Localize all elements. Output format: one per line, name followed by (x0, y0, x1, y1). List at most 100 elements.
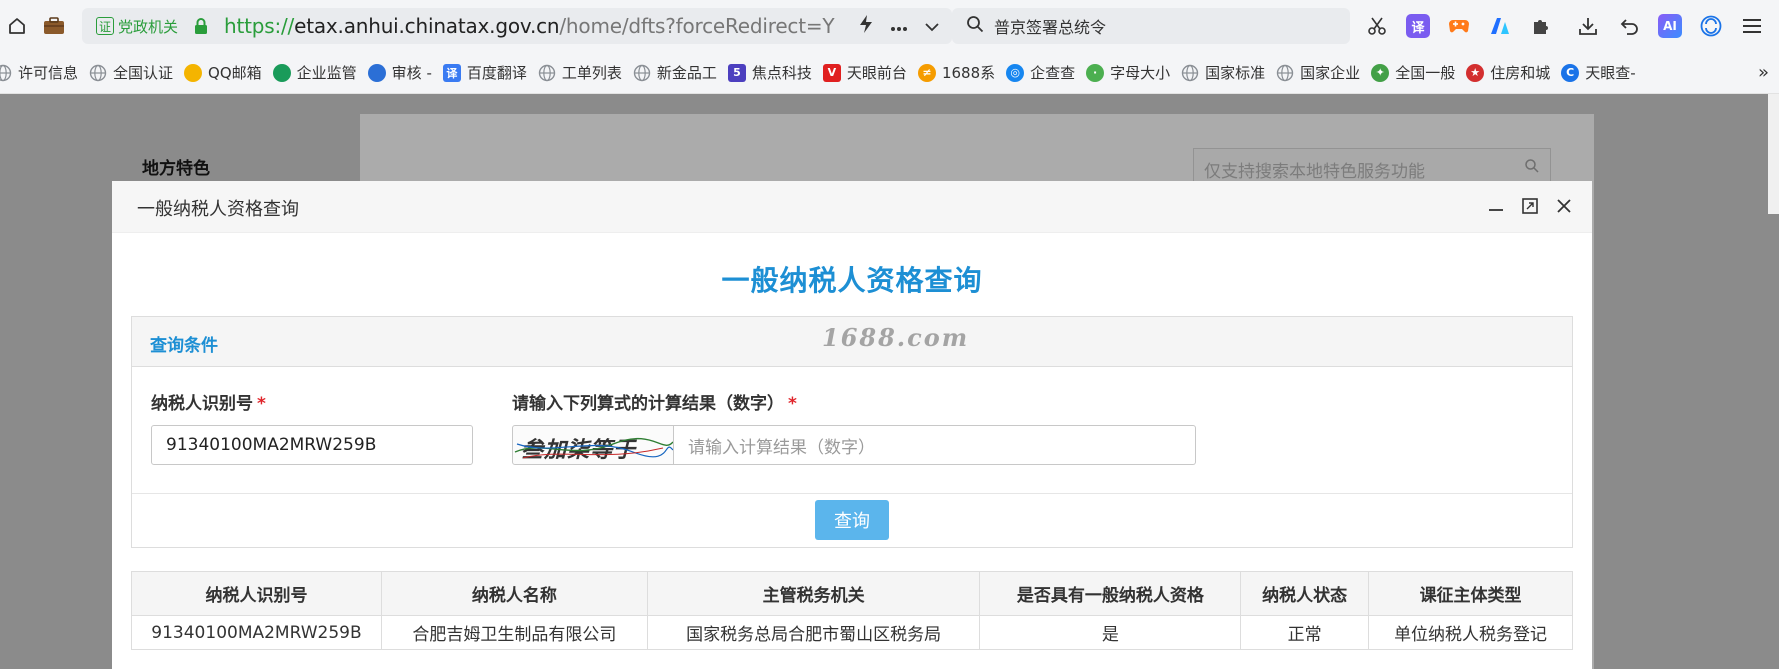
bookmark-item[interactable]: QQ邮箱 (184, 62, 262, 83)
ai-assistant-icon[interactable]: AI (1658, 14, 1682, 38)
globe-icon (1276, 64, 1294, 82)
bookmark-item[interactable]: V 天眼前台 (822, 62, 907, 83)
column-header: 主管税务机关 (646, 571, 981, 616)
url-scheme: https:// (224, 14, 295, 38)
bookmark-item[interactable]: 审核 - (367, 62, 432, 83)
column-header: 是否具有一般纳税人资格 (979, 571, 1242, 616)
bookmark-item[interactable]: 企业监管 (272, 62, 357, 83)
column-header: 课征主体类型 (1368, 571, 1573, 616)
bookmark-label: 字母大小 (1110, 64, 1171, 82)
undo-icon[interactable] (1617, 14, 1641, 38)
taxpayer-id-label-text: 纳税人识别号 (151, 394, 253, 414)
emblem-icon: ★ (1466, 63, 1485, 82)
bookmark-label: 企查查 (1030, 64, 1076, 82)
puzzle-extension-icon[interactable] (1529, 14, 1553, 38)
hamburger-menu-icon[interactable] (1740, 14, 1764, 38)
search-icon (1524, 158, 1540, 179)
bookmarks-overflow-icon[interactable]: » (1758, 62, 1769, 83)
page-right-edge (1768, 94, 1779, 214)
url-text[interactable]: https://etax.anhui.chinatax.gov.cn/home/… (224, 14, 835, 38)
close-icon[interactable] (1554, 196, 1574, 216)
query-button[interactable]: 查询 (815, 500, 889, 540)
address-bar[interactable]: 证 党政机关 https://etax.anhui.chinatax.gov.c… (82, 8, 952, 44)
bookmark-item[interactable]: 5 焦点科技 (727, 62, 812, 83)
bookmark-item[interactable]: C 天眼查- (1561, 62, 1636, 83)
bookmark-label: 企业监管 (296, 64, 357, 82)
bookmark-label: 百度翻译 (466, 64, 527, 82)
bookmark-item[interactable]: 新金品工 (633, 62, 717, 83)
briefcase-icon[interactable] (40, 12, 68, 40)
maximize-icon[interactable] (1520, 196, 1540, 216)
home-icon[interactable] (3, 12, 31, 40)
sync-circle-icon[interactable] (1699, 14, 1723, 38)
bookmark-label: 焦点科技 (751, 64, 812, 82)
globe-icon (633, 64, 651, 82)
translate-extension-icon[interactable]: 译 (1406, 14, 1430, 38)
bookmark-item[interactable]: ✦ 全国一般 (1371, 62, 1455, 83)
swirl-icon (272, 63, 291, 82)
minimize-icon[interactable] (1486, 196, 1506, 216)
required-mark: * (788, 394, 797, 414)
bookmark-item[interactable]: 工单列表 (538, 62, 622, 83)
url-host: etax.anhui.chinatax.gov.cn (294, 14, 560, 38)
globe-icon (538, 64, 556, 82)
dialog-window-title: 一般纳税人资格查询 (137, 199, 299, 220)
qcc-icon: ◎ (1006, 63, 1025, 82)
gamepad-icon[interactable] (1447, 14, 1471, 38)
column-header: 纳税人识别号 (131, 571, 382, 616)
bookmark-item[interactable]: 全国认证 (89, 62, 173, 83)
table-cell-taxpayer-name: 合肥吉姆卫生制品有限公司 (380, 615, 648, 650)
result-table: 纳税人识别号 纳税人名称 主管税务机关 是否具有一般纳税人资格 纳税人状态 课征… (131, 571, 1573, 650)
scissors-icon[interactable] (1365, 14, 1389, 38)
search-icon (966, 15, 984, 37)
url-path: /home/dfts?forceRedirect=Y (559, 14, 835, 38)
v-icon: V (822, 63, 841, 82)
taxpayer-qualification-dialog: 一般纳税人资格查询 一般纳税人资格查询 查询条件 1688.com 纳税人识别号… (112, 181, 1592, 669)
bookmark-item[interactable]: 译百度翻译 (442, 62, 527, 83)
frog-icon: · (1086, 63, 1105, 82)
ai-writing-icon[interactable] (1488, 14, 1512, 38)
download-icon[interactable] (1576, 14, 1600, 38)
captcha-answer-input[interactable]: 请输入计算结果（数字） (674, 425, 1196, 465)
certificate-icon: 证 (96, 17, 114, 35)
lock-icon[interactable] (194, 17, 208, 39)
bookmark-item[interactable]: · 字母大小 (1086, 62, 1170, 83)
table-cell-tax-authority: 国家税务总局合肥市蜀山区税务局 (646, 615, 981, 650)
plant-icon: ✦ (1371, 63, 1390, 82)
bookmark-item[interactable]: 许可信息 (0, 62, 78, 83)
bookmark-item[interactable]: 国家标准 (1181, 62, 1265, 83)
bookmark-item[interactable]: ≠ 1688系 (917, 62, 995, 83)
bookmark-item[interactable]: 国家企业 (1276, 62, 1360, 83)
bookmark-label: 许可信息 (18, 64, 79, 82)
table-cell-taxpayer-id: 91340100MA2MRW259B (131, 615, 382, 650)
certificate-label: 党政机关 (118, 17, 179, 36)
column-header: 纳税人名称 (380, 571, 648, 616)
site-certificate-badge[interactable]: 证 党政机关 (96, 15, 178, 37)
required-mark: * (257, 394, 266, 414)
1688-icon: ≠ (917, 63, 936, 82)
dialog-header: 一般纳税人资格查询 (112, 181, 1592, 233)
browser-search-box[interactable]: 普京签署总统令 (952, 8, 1350, 44)
search-text: 普京签署总统令 (994, 18, 1107, 37)
query-conditions-panel: 查询条件 1688.com 纳税人识别号 * 91340100MA2MRW259B… (131, 316, 1573, 548)
table-row: 91340100MA2MRW259B 合肥吉姆卫生制品有限公司 国家税务总局合肥… (131, 615, 1573, 650)
local-features-search-placeholder: 仅支持搜索本地特色服务功能 (1204, 162, 1425, 182)
watermark: 1688.com (822, 323, 970, 352)
globe-icon (0, 64, 12, 82)
local-features-title: 地方特色 (142, 159, 210, 179)
more-dots-icon[interactable] (890, 17, 908, 36)
captcha-image[interactable]: 叁加柒等于 (512, 425, 674, 465)
bookmark-item[interactable]: ◎ 企查查 (1006, 62, 1075, 83)
table-cell-taxpayer-status: 正常 (1240, 615, 1370, 650)
chevron-down-icon[interactable] (924, 17, 940, 36)
bookmark-label: 天眼查- (1585, 64, 1636, 82)
bookmark-item[interactable]: ★ 住房和城 (1466, 62, 1550, 83)
bookmark-label: 国家企业 (1300, 64, 1361, 82)
taxpayer-id-input[interactable]: 91340100MA2MRW259B (151, 425, 473, 465)
column-header: 纳税人状态 (1240, 571, 1370, 616)
focus-icon: 5 (727, 63, 746, 82)
globe-icon (1181, 64, 1199, 82)
lightning-icon[interactable] (858, 14, 874, 38)
query-conditions-title: 查询条件 (150, 336, 218, 356)
bookmark-label: 新金品工 (656, 64, 717, 82)
